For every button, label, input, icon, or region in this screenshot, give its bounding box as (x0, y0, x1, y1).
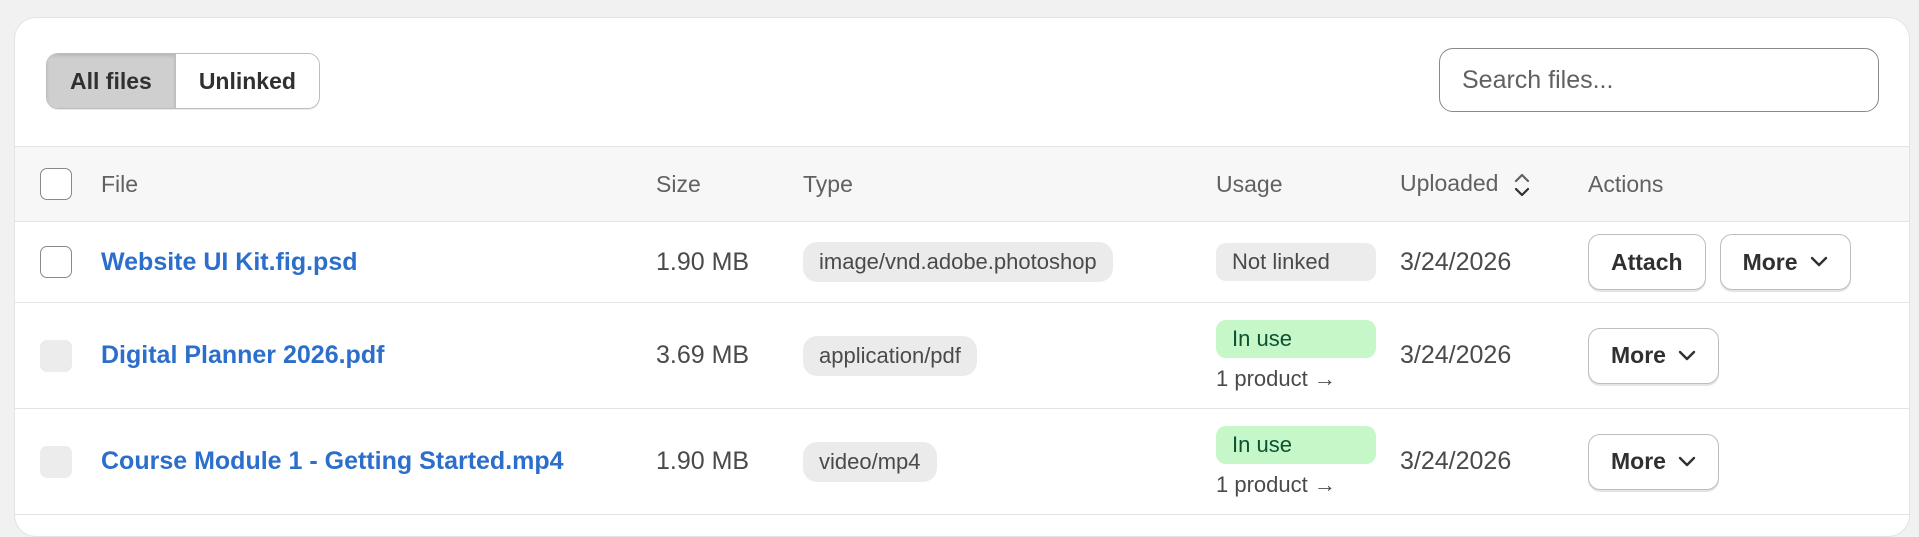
chevron-down-icon (1678, 456, 1696, 466)
file-name-link[interactable]: Digital Planner 2026.pdf (101, 341, 384, 369)
actions-cell: More (1588, 303, 1909, 409)
usage-cell: Not linked (1216, 222, 1400, 303)
linked-products-link[interactable]: 1 product → (1216, 366, 1400, 392)
chevron-down-icon (1678, 350, 1696, 360)
table-header-row: File Size Type Usage Uploaded Actions (15, 146, 1909, 222)
column-header-uploaded[interactable]: Uploaded (1400, 146, 1588, 222)
type-cell: application/pdf (803, 303, 1216, 409)
more-button-label: More (1611, 342, 1666, 368)
column-header-actions: Actions (1588, 146, 1909, 222)
more-button[interactable]: More (1588, 433, 1719, 490)
row-checkbox-disabled (40, 445, 72, 478)
file-type-pill: video/mp4 (803, 441, 937, 482)
files-panel: All files Unlinked File Size Type Usage … (14, 17, 1910, 537)
select-all-checkbox[interactable] (40, 168, 72, 200)
row-checkbox-cell (15, 303, 101, 409)
column-header-usage: Usage (1216, 146, 1400, 222)
usage-status-badge: In use (1216, 425, 1376, 464)
table-row: Course Module 1 - Getting Started.mp4 1.… (15, 409, 1909, 515)
uploaded-cell: 3/24/2026 (1400, 341, 1512, 369)
attach-button[interactable]: Attach (1588, 234, 1706, 290)
column-header-uploaded-label: Uploaded (1400, 170, 1499, 197)
usage-cell: In use 1 product → (1216, 409, 1400, 515)
row-checkbox-cell (15, 409, 101, 515)
more-button[interactable]: More (1719, 234, 1851, 290)
size-cell: 3.69 MB (656, 341, 750, 369)
actions-cell: More (1588, 409, 1909, 515)
column-header-file: File (101, 146, 656, 222)
files-table: File Size Type Usage Uploaded Actions We… (15, 146, 1909, 515)
table-row: Website UI Kit.fig.psd 1.90 MB image/vnd… (15, 222, 1909, 303)
tab-all-files[interactable]: All files (47, 54, 175, 108)
search-input[interactable] (1439, 48, 1879, 112)
file-cell: Course Module 1 - Getting Started.mp4 (101, 409, 656, 515)
file-name-link[interactable]: Website UI Kit.fig.psd (101, 248, 358, 276)
usage-cell: In use 1 product → (1216, 303, 1400, 409)
uploaded-cell: 3/24/2026 (1400, 447, 1512, 475)
column-header-size: Size (656, 146, 803, 222)
table-row: Digital Planner 2026.pdf 3.69 MB applica… (15, 303, 1909, 409)
sort-icon[interactable] (1513, 172, 1531, 198)
file-name-link[interactable]: Course Module 1 - Getting Started.mp4 (101, 447, 564, 475)
header-checkbox-cell (15, 146, 101, 222)
row-checkbox[interactable] (40, 246, 72, 278)
file-type-pill: application/pdf (803, 335, 977, 376)
size-cell: 1.90 MB (656, 447, 750, 475)
file-filter-tabs: All files Unlinked (46, 53, 320, 109)
tab-unlinked[interactable]: Unlinked (174, 54, 319, 108)
linked-products-link[interactable]: 1 product → (1216, 472, 1400, 498)
type-cell: video/mp4 (803, 409, 1216, 515)
file-type-pill: image/vnd.adobe.photoshop (803, 242, 1113, 282)
attach-button-label: Attach (1611, 248, 1683, 275)
column-header-type: Type (803, 146, 1216, 222)
type-cell: image/vnd.adobe.photoshop (803, 222, 1216, 303)
file-cell: Digital Planner 2026.pdf (101, 303, 656, 409)
more-button[interactable]: More (1588, 327, 1719, 384)
usage-status-badge: Not linked (1216, 243, 1376, 281)
more-button-label: More (1611, 448, 1666, 474)
row-checkbox-cell (15, 222, 101, 303)
file-cell: Website UI Kit.fig.psd (101, 222, 656, 303)
usage-status-badge: In use (1216, 319, 1376, 358)
actions-cell: Attach More (1588, 222, 1909, 303)
chevron-down-icon (1810, 256, 1827, 267)
toolbar: All files Unlinked (15, 18, 1909, 146)
uploaded-cell: 3/24/2026 (1400, 247, 1512, 276)
more-button-label: More (1742, 248, 1798, 275)
row-checkbox-disabled (40, 339, 72, 372)
size-cell: 1.90 MB (656, 247, 750, 276)
